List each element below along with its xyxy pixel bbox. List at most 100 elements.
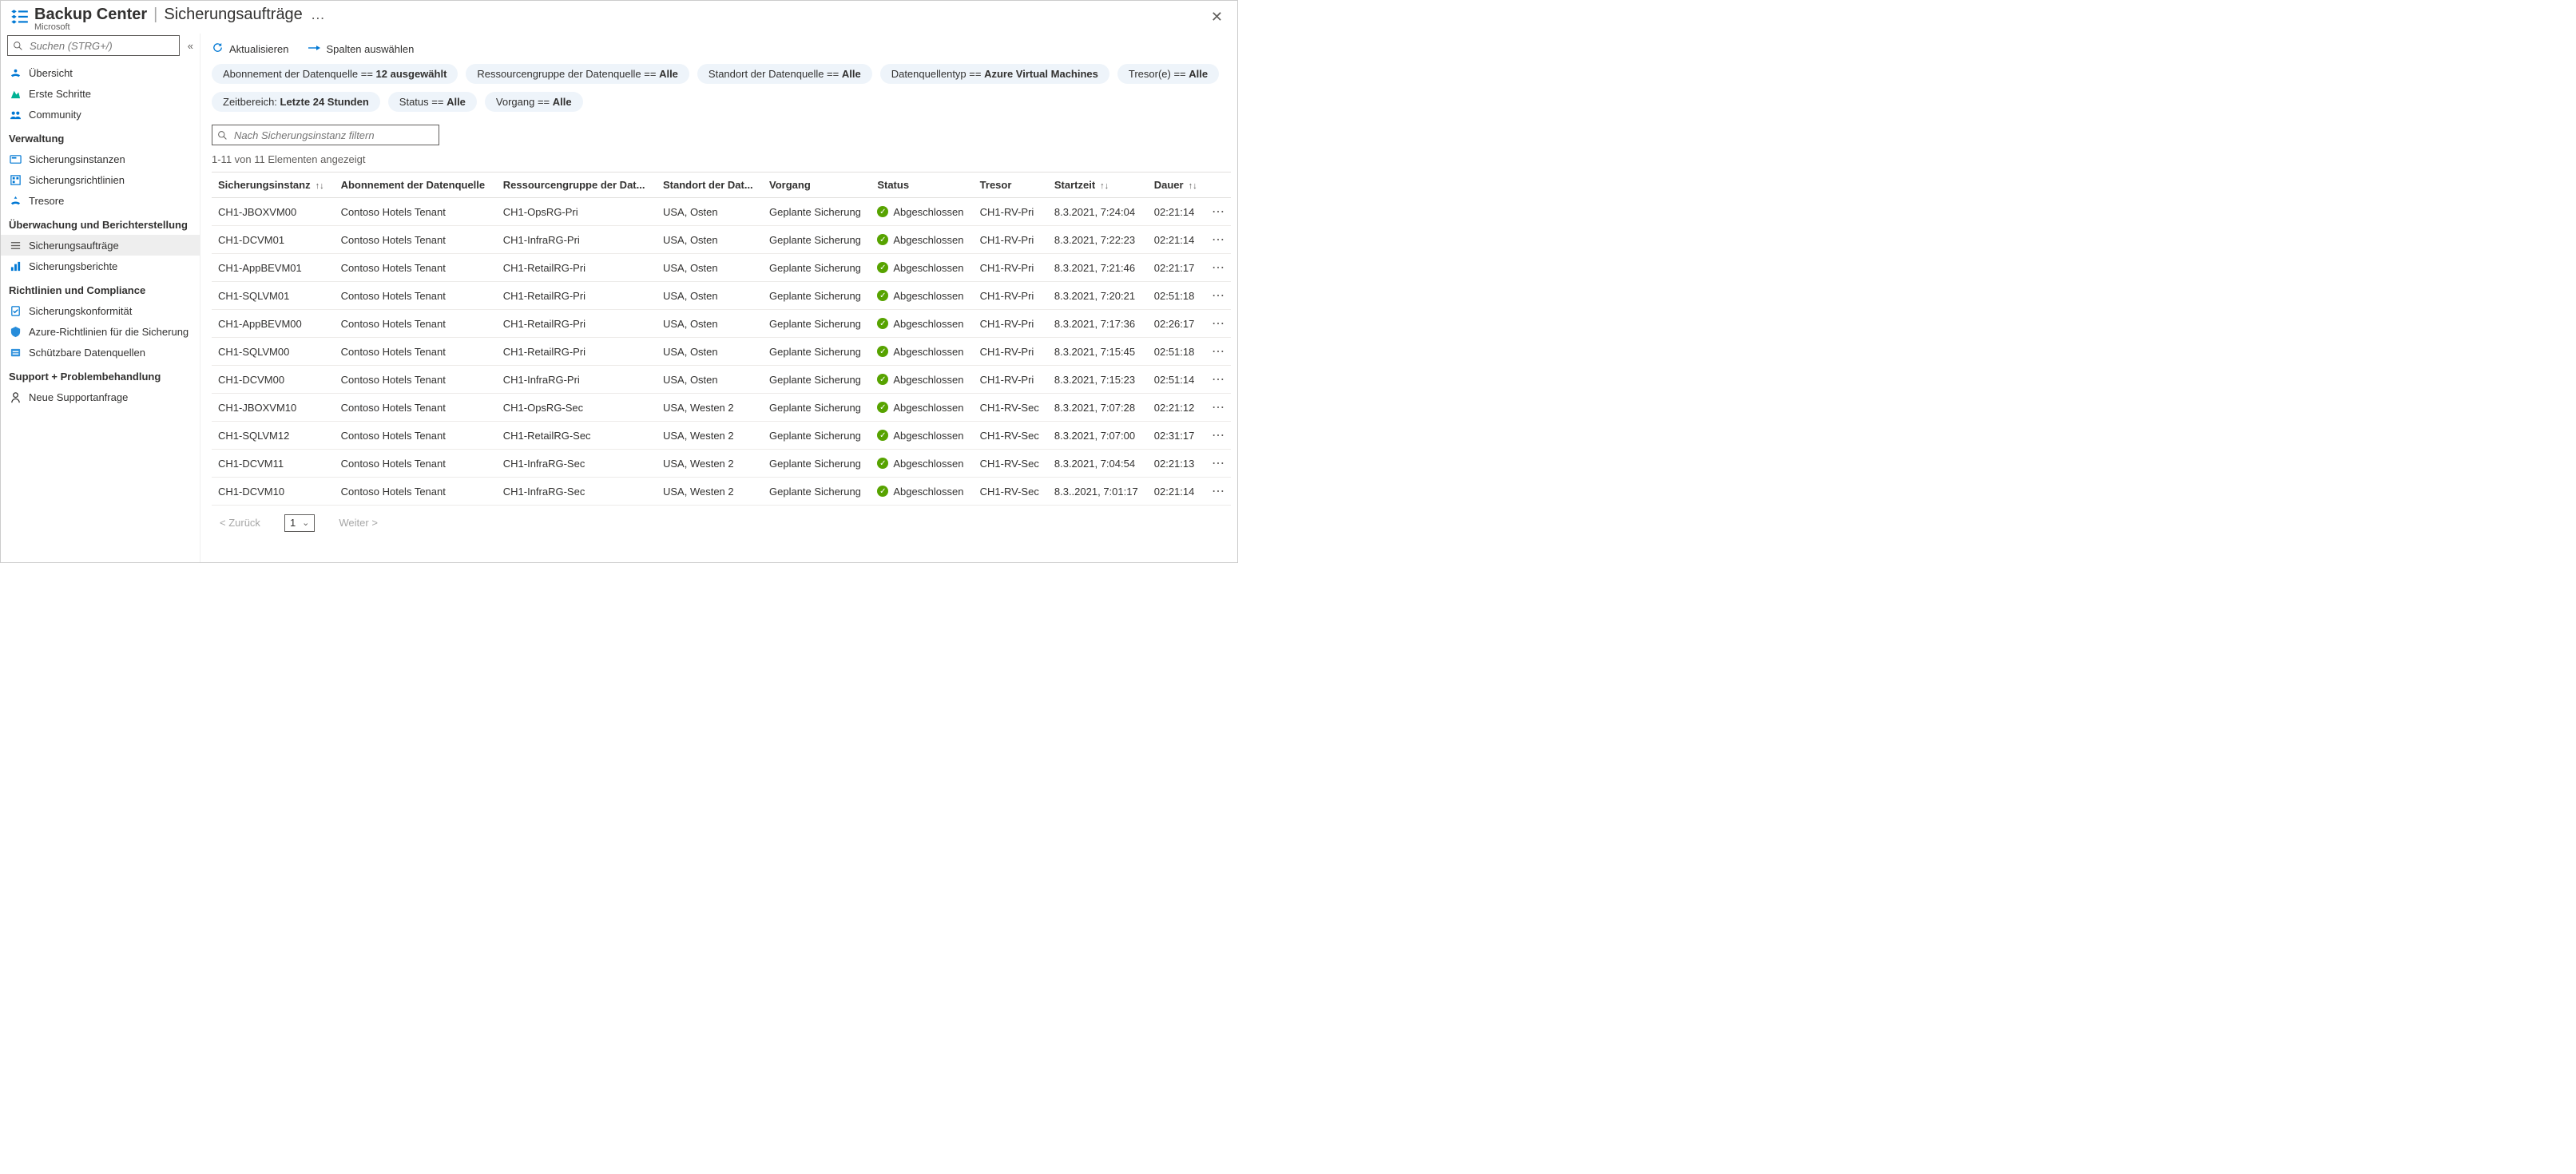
filter-pill[interactable]: Ressourcengruppe der Datenquelle == Alle	[466, 64, 689, 84]
cell-location: USA, Osten	[657, 198, 763, 226]
cell-location: USA, Osten	[657, 254, 763, 282]
table-row[interactable]: CH1-JBOXVM00Contoso Hotels TenantCH1-Ops…	[212, 198, 1231, 226]
cell-vault: CH1-RV-Pri	[974, 366, 1048, 394]
cell-status: ✓Abgeschlossen	[871, 338, 973, 366]
cell-location: USA, Osten	[657, 338, 763, 366]
sidebar-item-label: Tresore	[29, 195, 64, 207]
sidebar-item--bersicht[interactable]: Übersicht	[1, 62, 200, 83]
sidebar-item-sicherungskonformit-t[interactable]: Sicherungskonformität	[1, 300, 200, 321]
row-more-button[interactable]: ⋯	[1205, 226, 1231, 254]
row-more-button[interactable]: ⋯	[1205, 394, 1231, 422]
cell-subscription: Contoso Hotels Tenant	[335, 422, 497, 450]
table-row[interactable]: CH1-DCVM00Contoso Hotels TenantCH1-Infra…	[212, 366, 1231, 394]
sidebar-item-tresore[interactable]: Tresore	[1, 190, 200, 211]
sidebar-item-erste-schritte[interactable]: Erste Schritte	[1, 83, 200, 104]
instance-filter[interactable]	[212, 125, 439, 145]
cell-instance: CH1-DCVM10	[212, 478, 335, 506]
pager-next-button[interactable]: Weiter >	[331, 514, 386, 532]
title-more-button[interactable]: …	[311, 6, 325, 23]
search-icon	[217, 130, 228, 141]
collapse-sidebar-button[interactable]: «	[188, 40, 193, 52]
close-button[interactable]: ✕	[1206, 6, 1228, 29]
row-more-button[interactable]: ⋯	[1205, 198, 1231, 226]
table-row[interactable]: CH1-DCVM11Contoso Hotels TenantCH1-Infra…	[212, 450, 1231, 478]
sidebar-item-sicherungsinstanzen[interactable]: Sicherungsinstanzen	[1, 149, 200, 169]
row-more-button[interactable]: ⋯	[1205, 366, 1231, 394]
cell-starttime: 8.3.2021, 7:04:54	[1048, 450, 1148, 478]
sidebar-search-input[interactable]	[28, 39, 174, 53]
sidebar-item-sicherungsberichte[interactable]: Sicherungsberichte	[1, 256, 200, 276]
column-header[interactable]: Status	[871, 173, 973, 198]
cell-instance: CH1-SQLVM00	[212, 338, 335, 366]
sidebar-item-label: Azure-Richtlinien für die Sicherung	[29, 326, 189, 338]
protectable-icon	[9, 346, 22, 359]
refresh-button[interactable]: Aktualisieren	[212, 42, 288, 56]
sidebar: « ÜbersichtErste SchritteCommunity Verwa…	[1, 34, 200, 562]
row-more-button[interactable]: ⋯	[1205, 310, 1231, 338]
column-header[interactable]: Vorgang	[763, 173, 871, 198]
cell-duration: 02:51:14	[1148, 366, 1205, 394]
filter-pill-prefix: Standort der Datenquelle ==	[708, 68, 842, 80]
filter-pill[interactable]: Abonnement der Datenquelle == 12 ausgewä…	[212, 64, 458, 84]
cell-resourcegroup: CH1-OpsRG-Sec	[497, 394, 657, 422]
success-icon: ✓	[877, 430, 888, 441]
pager-back-button[interactable]: < Zurück	[212, 514, 268, 532]
reports-icon	[9, 260, 22, 272]
cell-location: USA, Osten	[657, 282, 763, 310]
sidebar-section-verwaltung: Verwaltung	[1, 125, 200, 149]
sidebar-item-azure-richtlinien-f-r-die-sicherung[interactable]: Azure-Richtlinien für die Sicherung	[1, 321, 200, 342]
row-more-button[interactable]: ⋯	[1205, 478, 1231, 506]
table-row[interactable]: CH1-SQLVM00Contoso Hotels TenantCH1-Reta…	[212, 338, 1231, 366]
column-header[interactable]: Ressourcengruppe der Dat...	[497, 173, 657, 198]
table-row[interactable]: CH1-AppBEVM00Contoso Hotels TenantCH1-Re…	[212, 310, 1231, 338]
table-row[interactable]: CH1-SQLVM12Contoso Hotels TenantCH1-Reta…	[212, 422, 1231, 450]
filter-pill[interactable]: Vorgang == Alle	[485, 92, 583, 112]
filter-pill[interactable]: Standort der Datenquelle == Alle	[697, 64, 872, 84]
column-header[interactable]: Abonnement der Datenquelle	[335, 173, 497, 198]
table-row[interactable]: CH1-SQLVM01Contoso Hotels TenantCH1-Reta…	[212, 282, 1231, 310]
column-header[interactable]: Startzeit↑↓	[1048, 173, 1148, 198]
cell-resourcegroup: CH1-OpsRG-Pri	[497, 198, 657, 226]
status-text: Abgeschlossen	[893, 262, 963, 274]
sidebar-item-sicherungsrichtlinien[interactable]: Sicherungsrichtlinien	[1, 169, 200, 190]
table-row[interactable]: CH1-JBOXVM10Contoso Hotels TenantCH1-Ops…	[212, 394, 1231, 422]
filter-pill[interactable]: Datenquellentyp == Azure Virtual Machine…	[880, 64, 1109, 84]
column-header-label: Startzeit	[1054, 179, 1095, 191]
table-row[interactable]: CH1-AppBEVM01Contoso Hotels TenantCH1-Re…	[212, 254, 1231, 282]
row-more-button[interactable]: ⋯	[1205, 282, 1231, 310]
status-text: Abgeschlossen	[893, 458, 963, 470]
success-icon: ✓	[877, 206, 888, 217]
column-header[interactable]: Sicherungsinstanz↑↓	[212, 173, 335, 198]
sidebar-search[interactable]	[7, 35, 180, 56]
row-more-button[interactable]: ⋯	[1205, 338, 1231, 366]
table-row[interactable]: CH1-DCVM10Contoso Hotels TenantCH1-Infra…	[212, 478, 1231, 506]
pager-page-select[interactable]: 1 ⌄	[284, 514, 315, 532]
status-text: Abgeschlossen	[893, 430, 963, 442]
filter-pill[interactable]: Status == Alle	[388, 92, 477, 112]
row-more-button[interactable]: ⋯	[1205, 254, 1231, 282]
column-header[interactable]: Standort der Dat...	[657, 173, 763, 198]
cell-location: USA, Osten	[657, 226, 763, 254]
filter-pill[interactable]: Zeitbereich: Letzte 24 Stunden	[212, 92, 380, 112]
status-text: Abgeschlossen	[893, 374, 963, 386]
sidebar-item-community[interactable]: Community	[1, 104, 200, 125]
cell-subscription: Contoso Hotels Tenant	[335, 338, 497, 366]
cell-subscription: Contoso Hotels Tenant	[335, 310, 497, 338]
cell-vault: CH1-RV-Sec	[974, 478, 1048, 506]
sidebar-item-sch-tzbare-datenquellen[interactable]: Schützbare Datenquellen	[1, 342, 200, 363]
sidebar-item-sicherungsauftr-ge[interactable]: Sicherungsaufträge	[1, 235, 200, 256]
column-header[interactable]: Dauer↑↓	[1148, 173, 1205, 198]
sidebar-item-neue-supportanfrage[interactable]: Neue Supportanfrage	[1, 387, 200, 407]
column-header[interactable]: Tresor	[974, 173, 1048, 198]
cell-instance: CH1-AppBEVM00	[212, 310, 335, 338]
filter-pill[interactable]: Tresor(e) == Alle	[1117, 64, 1219, 84]
row-more-button[interactable]: ⋯	[1205, 450, 1231, 478]
table-row[interactable]: CH1-DCVM01Contoso Hotels TenantCH1-Infra…	[212, 226, 1231, 254]
main-content: Aktualisieren Spalten auswählen Abonneme…	[200, 34, 1237, 562]
row-more-button[interactable]: ⋯	[1205, 422, 1231, 450]
cell-operation: Geplante Sicherung	[763, 254, 871, 282]
cell-status: ✓Abgeschlossen	[871, 310, 973, 338]
instance-filter-input[interactable]	[232, 129, 434, 142]
choose-columns-button[interactable]: Spalten auswählen	[308, 43, 414, 55]
cell-duration: 02:21:14	[1148, 198, 1205, 226]
